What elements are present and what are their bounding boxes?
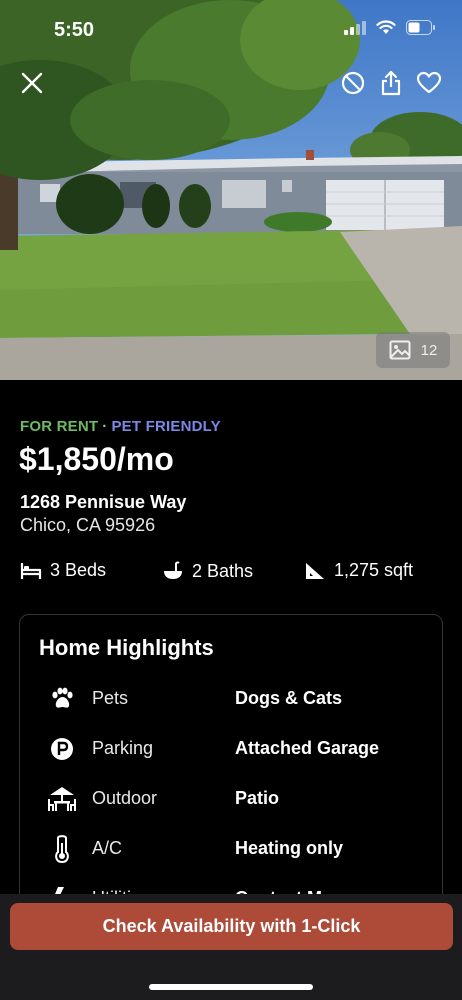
bathtub-icon — [164, 561, 182, 579]
highlight-value: Dogs & Cats — [235, 688, 343, 708]
sqft-text: 1,275 sqft — [334, 560, 414, 580]
home-highlights-title: Home Highlights — [39, 635, 214, 660]
wifi-icon — [376, 20, 396, 34]
highlight-value: Patio — [235, 788, 280, 808]
favorite-button[interactable] — [412, 66, 446, 100]
signal-icon — [344, 20, 366, 35]
listing-tags: FOR RENT · PET FRIENDLY — [20, 418, 221, 435]
listing-facts: 3 Beds 2 Baths 1,275 sqft — [20, 560, 442, 586]
gallery-icon — [389, 340, 411, 360]
share-icon — [381, 70, 401, 96]
hide-listing-button[interactable] — [336, 66, 370, 100]
highlight-label: Outdoor — [92, 788, 158, 808]
listing-city: Chico, CA 95926 — [20, 515, 156, 535]
status-bar: 5:50 — [0, 0, 462, 56]
photo-count: 12 — [420, 341, 438, 359]
highlight-row-outdoor: Outdoor Patio — [20, 779, 442, 819]
highlight-value: Heating only — [235, 838, 344, 858]
status-time: 5:50 — [54, 19, 95, 41]
pet-friendly-tag: PET FRIENDLY — [111, 418, 221, 435]
highlight-label: Pets — [92, 688, 129, 708]
listing-street-address[interactable]: 1268 Pennisue Way — [20, 492, 186, 513]
beds-fact: 3 Beds — [20, 560, 106, 581]
tag-separator: · — [102, 418, 108, 435]
beds-text: 3 Beds — [50, 560, 107, 580]
highlight-row-pets: Pets Dogs & Cats — [20, 679, 442, 719]
highlight-label: Parking — [92, 738, 154, 758]
sqft-fact: 1,275 sqft — [304, 560, 413, 581]
for-rent-tag: FOR RENT — [20, 418, 99, 435]
heart-icon — [416, 71, 442, 94]
share-button[interactable] — [374, 66, 408, 100]
listing-price: $1,850/mo — [19, 441, 174, 477]
hide-icon — [341, 71, 365, 95]
patio-icon — [46, 783, 78, 815]
close-icon — [21, 72, 43, 94]
close-button[interactable] — [15, 66, 49, 100]
bed-icon — [20, 562, 42, 579]
house-photo — [0, 0, 462, 380]
area-icon — [306, 562, 324, 579]
baths-text: 2 Baths — [192, 560, 254, 581]
thermometer-icon — [46, 833, 78, 865]
highlight-label: A/C — [92, 838, 123, 858]
highlight-value: Attached Garage — [235, 738, 380, 758]
paw-icon — [46, 683, 78, 715]
baths-fact: 2 Baths — [162, 560, 253, 582]
parking-icon — [46, 733, 78, 765]
status-icons — [344, 20, 436, 35]
listing-photo[interactable]: 5:50 12 — [0, 0, 462, 380]
check-availability-button[interactable]: Check Availability with 1-Click — [10, 903, 453, 950]
photo-gallery-button[interactable]: 12 — [376, 332, 450, 368]
home-indicator[interactable] — [149, 984, 313, 990]
home-highlights-card: Home Highlights Pets Dogs & Cats Parking… — [19, 614, 443, 934]
battery-icon — [406, 20, 435, 35]
highlight-row-parking: Parking Attached Garage — [20, 729, 442, 769]
highlight-row-ac: A/C Heating only — [20, 829, 442, 869]
